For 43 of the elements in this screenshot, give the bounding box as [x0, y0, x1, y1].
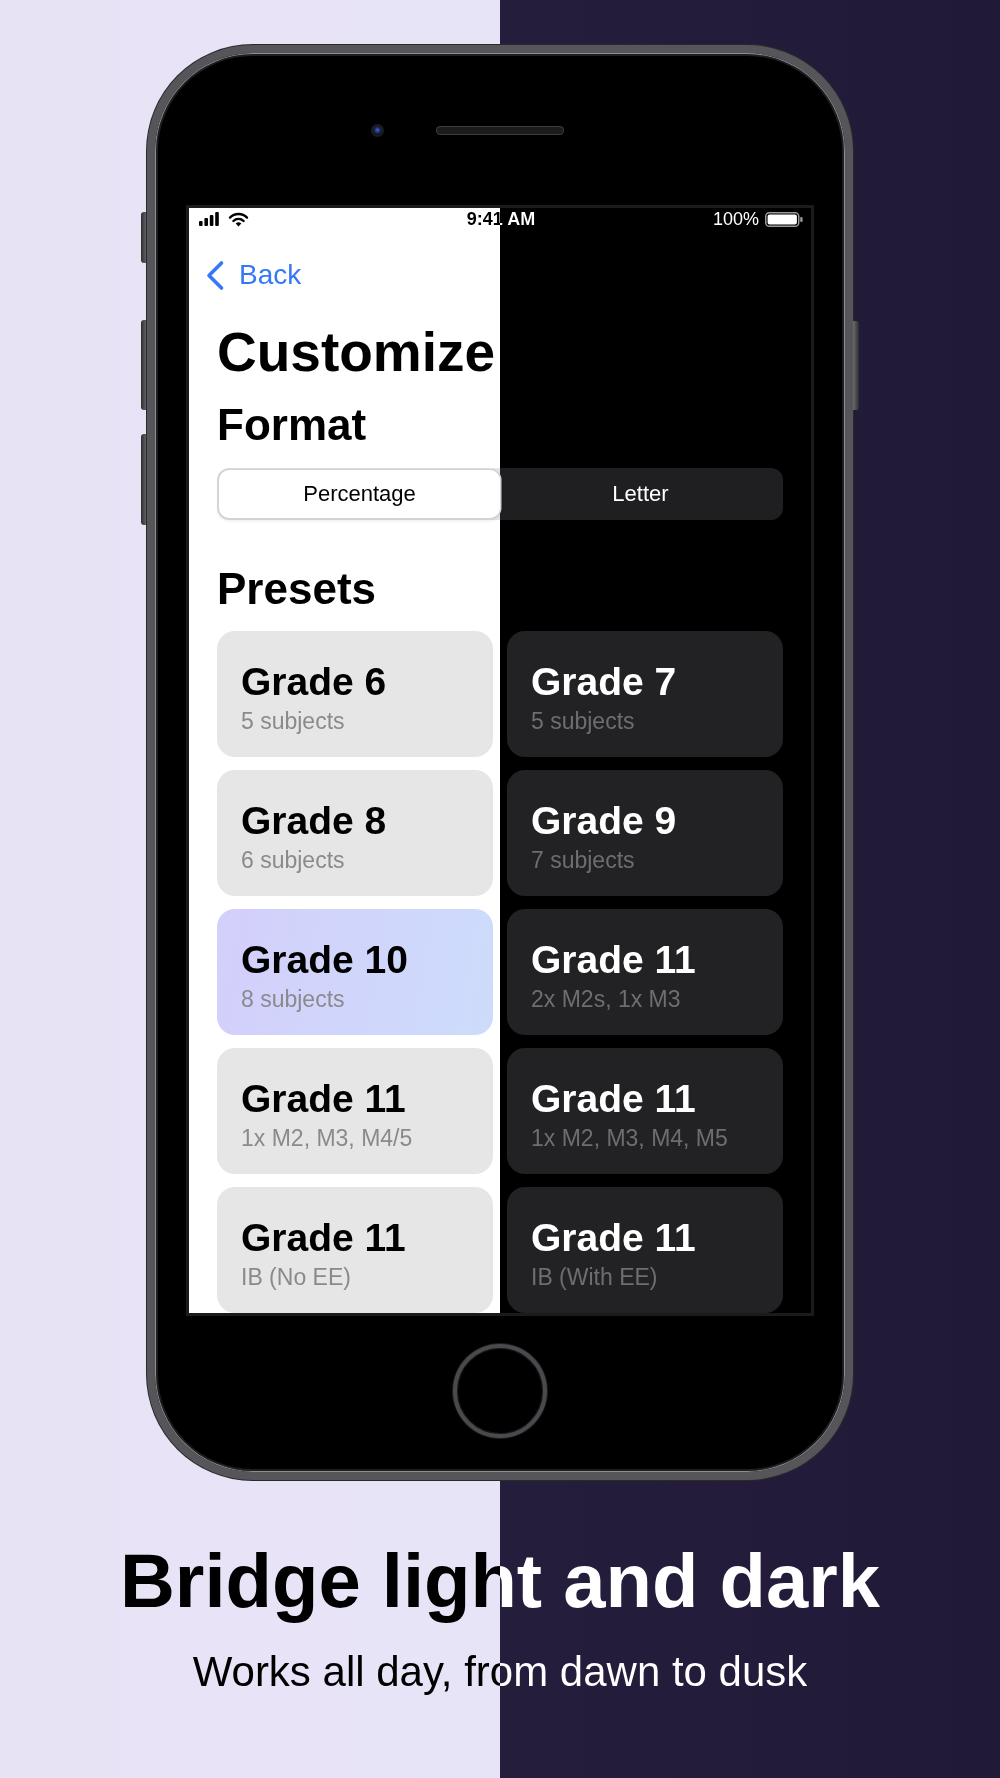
- preset-title: Grade 11: [241, 1076, 406, 1122]
- chevron-icon: [205, 259, 225, 291]
- preset-subtitle: 1x M2, M3, M4, M5: [531, 1124, 728, 1152]
- battery-icon: [765, 211, 803, 227]
- preset-card[interactable]: Grade 8 6 subjects: [217, 770, 493, 896]
- preset-title: Grade 11: [531, 1215, 696, 1261]
- preset-title: Grade 8: [241, 798, 387, 844]
- section-heading: Format: [217, 400, 367, 450]
- preset-card[interactable]: Grade 9 7 subjects: [507, 770, 783, 896]
- preset-title: Grade 11: [531, 1076, 696, 1122]
- segment-tab[interactable]: Letter: [500, 470, 781, 518]
- preset-card[interactable]: Grade 11 IB (No EE): [217, 1187, 493, 1313]
- side-button[interactable]: [853, 321, 859, 410]
- signal-icon: [199, 212, 219, 226]
- camera-lens-icon: [371, 124, 384, 137]
- preset-subtitle: 7 subjects: [531, 846, 635, 874]
- preset-subtitle: 5 subjects: [531, 707, 635, 735]
- page-title: Customize: [217, 322, 496, 382]
- preset-subtitle: 1x M2, M3, M4/5: [241, 1124, 413, 1152]
- preset-subtitle: 2x M2s, 1x M3: [531, 985, 681, 1013]
- preset-title: Grade 10: [241, 937, 408, 983]
- preset-title: Grade 6: [241, 659, 387, 705]
- preset-card[interactable]: Grade 11 2x M2s, 1x M3: [507, 909, 783, 1035]
- preset-card[interactable]: Grade 11 1x M2, M3, M4/5: [217, 1048, 493, 1174]
- preset-title: Grade 7: [531, 659, 677, 705]
- preset-card[interactable]: Grade 10 8 subjects: [217, 909, 493, 1035]
- back-button[interactable]: Back: [205, 259, 302, 291]
- preset-subtitle: 8 subjects: [241, 985, 345, 1013]
- wifi-icon: [228, 211, 249, 227]
- preset-subtitle: 5 subjects: [241, 707, 345, 735]
- preset-title: Grade 9: [531, 798, 677, 844]
- preset-title: Grade 11: [531, 937, 696, 983]
- preset-subtitle: 6 subjects: [241, 846, 345, 874]
- preset-card[interactable]: Grade 7 5 subjects: [507, 631, 783, 757]
- preset-card[interactable]: Grade 6 5 subjects: [217, 631, 493, 757]
- section-heading: Presets: [217, 564, 376, 614]
- preset-subtitle: IB (No EE): [241, 1263, 351, 1291]
- battery-percentage: 100%: [712, 208, 759, 230]
- preset-title: Grade 11: [241, 1215, 406, 1261]
- segment-tab[interactable]: Percentage: [219, 470, 500, 518]
- preset-card[interactable]: Grade 11 IB (With EE): [507, 1187, 783, 1313]
- preset-card[interactable]: Grade 11 1x M2, M3, M4, M5: [507, 1048, 783, 1174]
- preset-subtitle: IB (With EE): [531, 1263, 658, 1291]
